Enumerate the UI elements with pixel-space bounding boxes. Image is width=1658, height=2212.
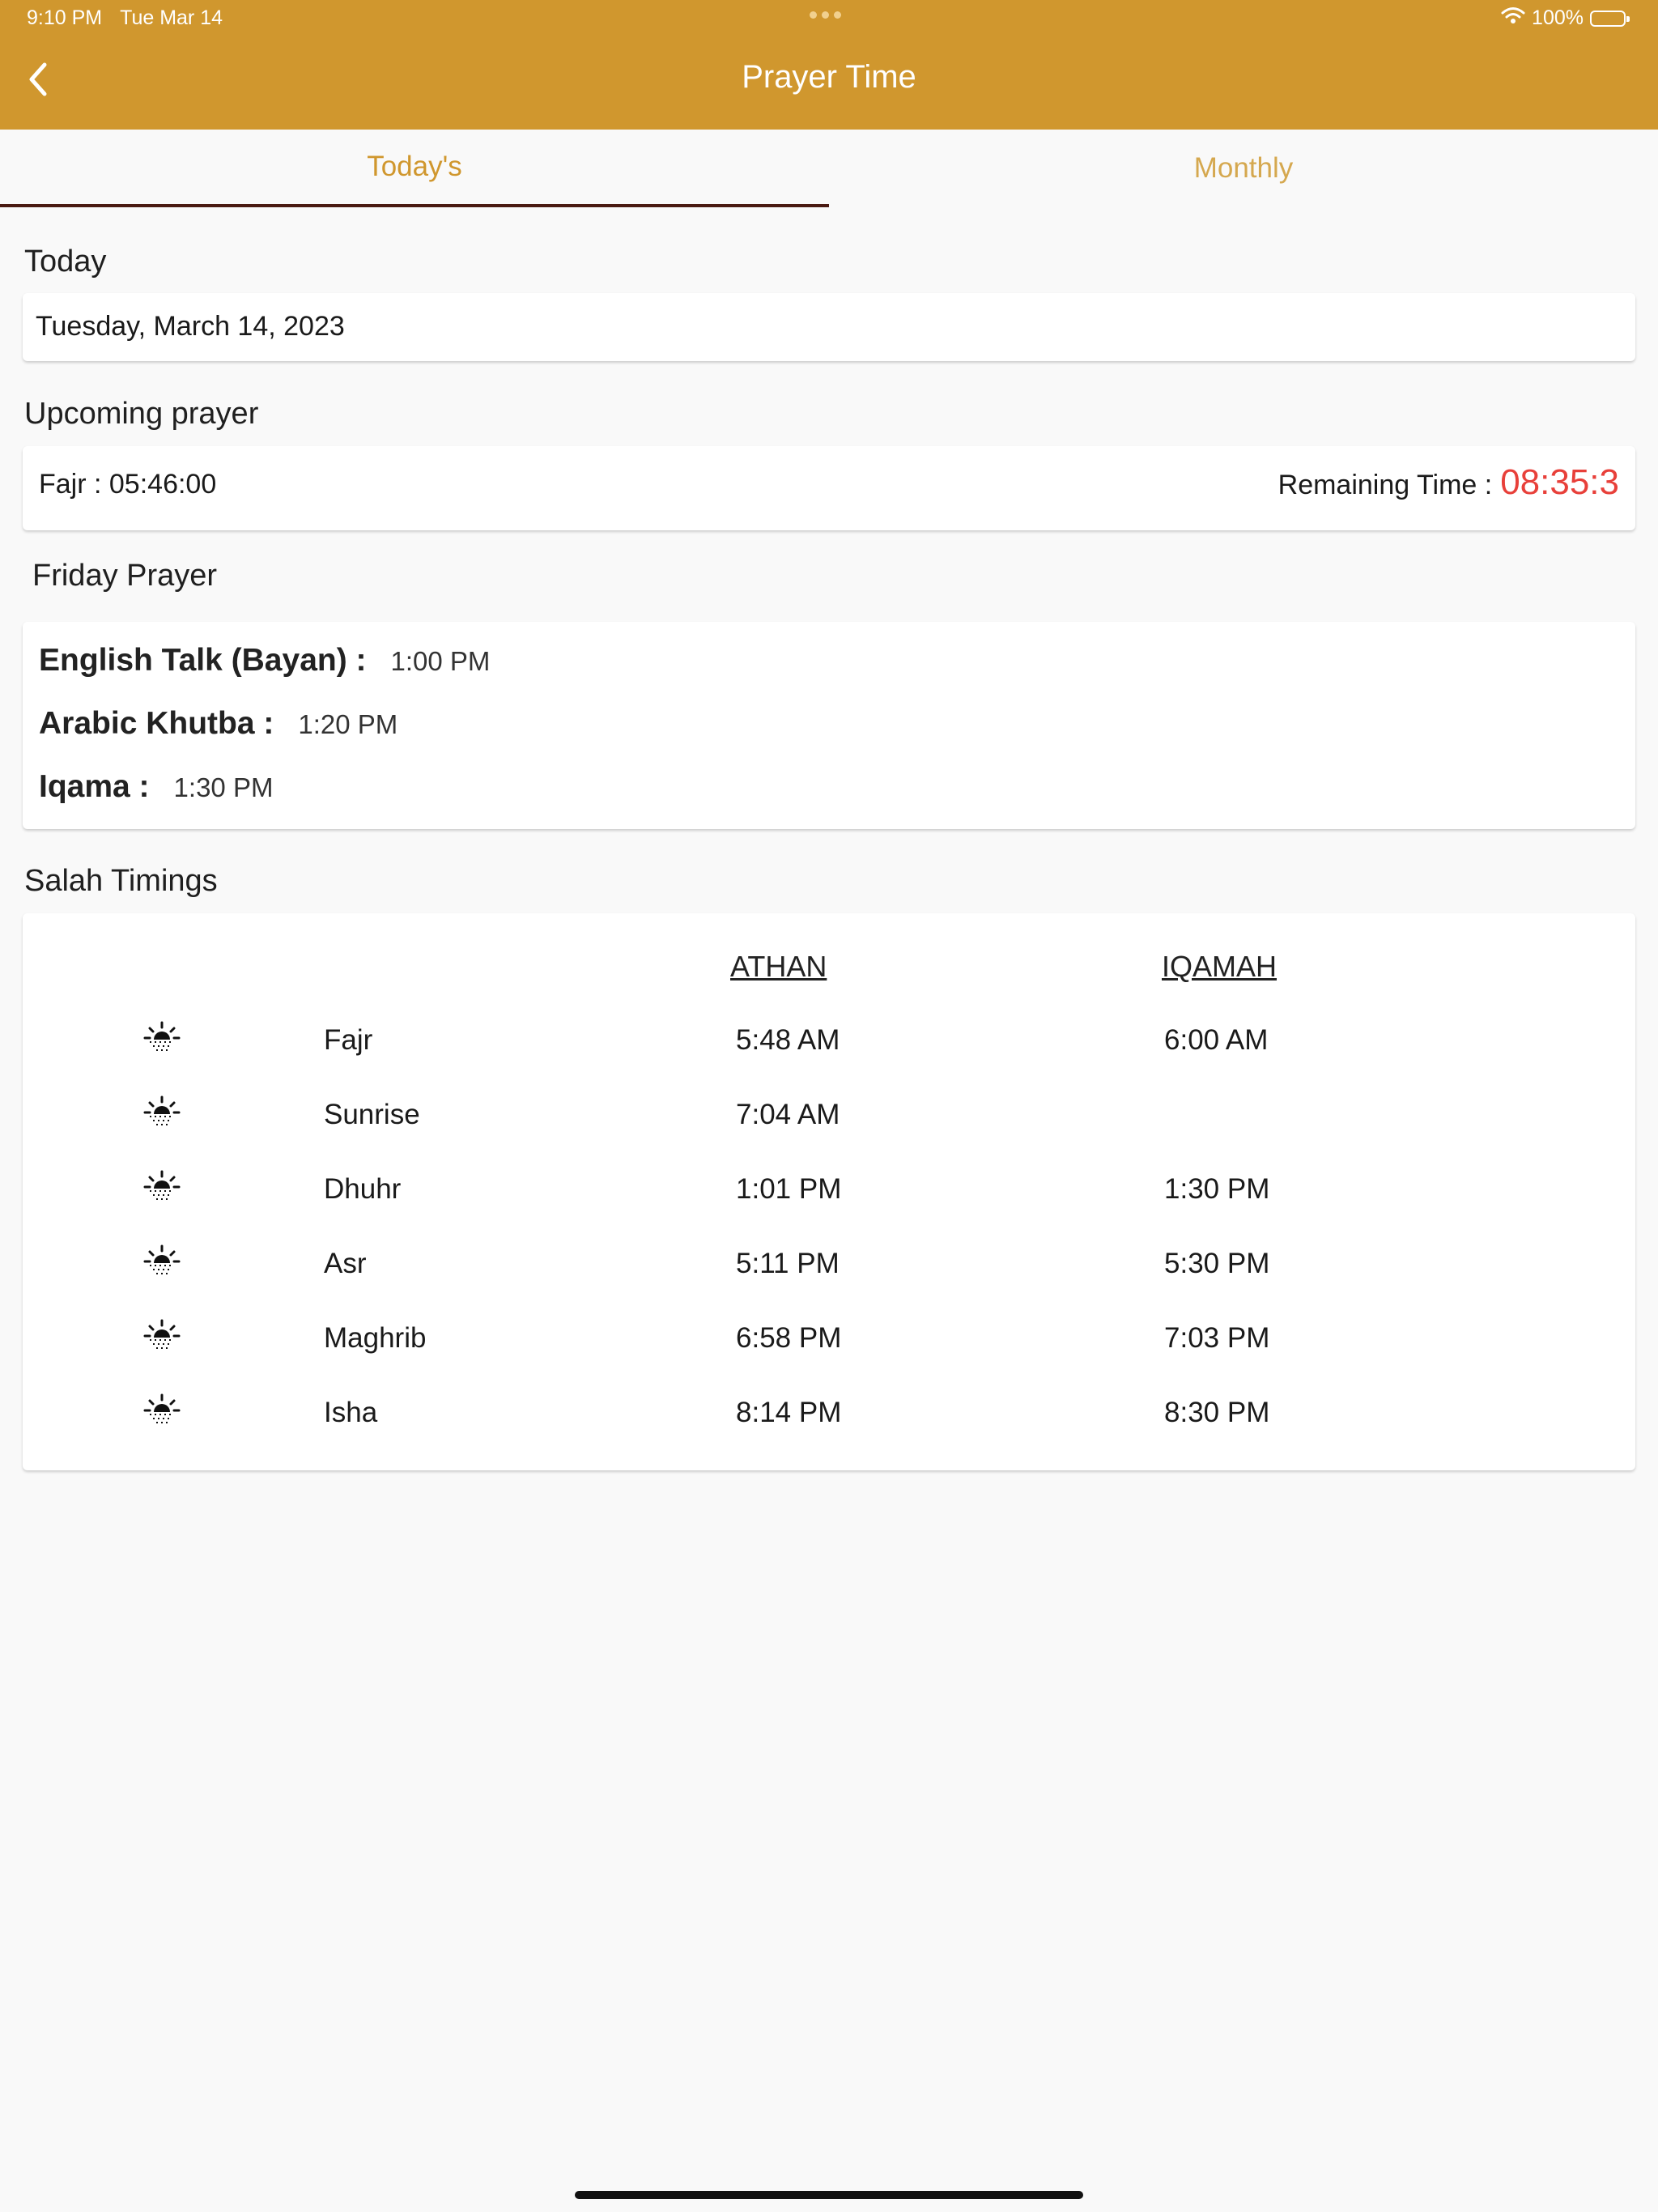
salah-row-isha: Isha 8:14 PM 8:30 PM bbox=[23, 1379, 1635, 1436]
sunrise-icon bbox=[142, 1243, 181, 1282]
upcoming-prayer-time: Fajr : 05:46:00 bbox=[39, 469, 217, 500]
friday-item-key: Iqama : bbox=[39, 769, 150, 804]
prayer-name: Sunrise bbox=[324, 1099, 420, 1130]
athan-time: 6:58 PM bbox=[736, 1322, 842, 1354]
remaining-time: Remaining Time : 08:35:3 bbox=[1278, 462, 1619, 503]
status-bar-left: 9:10 PM Tue Mar 14 bbox=[27, 6, 223, 30]
friday-item-value: 1:00 PM bbox=[390, 646, 491, 676]
friday-prayer-card: English Talk (Bayan) : 1:00 PM Arabic Kh… bbox=[23, 622, 1635, 829]
iqamah-column-header: IQAMAH bbox=[1162, 950, 1278, 983]
tab-monthly[interactable]: Monthly bbox=[829, 130, 1658, 207]
sunrise-icon bbox=[142, 1392, 181, 1431]
home-indicator[interactable] bbox=[575, 2191, 1083, 2199]
salah-timings-card: ATHAN IQAMAH Fajr 5:48 AM 6:00 AM Sunris… bbox=[23, 913, 1635, 1470]
friday-item-key: English Talk (Bayan) : bbox=[39, 643, 367, 678]
friday-item-key: Arabic Khutba : bbox=[39, 706, 274, 741]
status-bar-right: 100% bbox=[1501, 6, 1630, 30]
sunrise-icon bbox=[142, 1317, 181, 1356]
today-label: Today bbox=[24, 245, 107, 279]
salah-row-dhuhr: Dhuhr 1:01 PM 1:30 PM bbox=[23, 1155, 1635, 1212]
athan-column-header: ATHAN bbox=[730, 950, 827, 983]
tab-bar: Today's Monthly bbox=[0, 130, 1658, 207]
prayer-name: Maghrib bbox=[324, 1322, 427, 1354]
wifi-icon bbox=[1501, 6, 1525, 30]
salah-row-asr: Asr 5:11 PM 5:30 PM bbox=[23, 1230, 1635, 1287]
today-date: Tuesday, March 14, 2023 bbox=[36, 311, 345, 342]
status-date: Tue Mar 14 bbox=[120, 6, 223, 29]
athan-time: 8:14 PM bbox=[736, 1397, 842, 1428]
sunrise-icon bbox=[142, 1168, 181, 1207]
friday-item-iqama: Iqama : 1:30 PM bbox=[39, 769, 273, 805]
prayer-name: Isha bbox=[324, 1397, 378, 1428]
upcoming-prayer-card: Fajr : 05:46:00 Remaining Time : 08:35:3 bbox=[23, 446, 1635, 530]
salah-row-fajr: Fajr 5:48 AM 6:00 AM bbox=[23, 1006, 1635, 1063]
friday-prayer-label: Friday Prayer bbox=[32, 559, 218, 593]
iqamah-time: 6:00 AM bbox=[1164, 1024, 1269, 1056]
battery-percent: 100% bbox=[1532, 6, 1584, 29]
remaining-time-label: Remaining Time : bbox=[1278, 470, 1493, 500]
athan-time: 1:01 PM bbox=[736, 1173, 842, 1205]
multitasking-dots-icon[interactable] bbox=[810, 11, 841, 19]
athan-time: 7:04 AM bbox=[736, 1099, 840, 1130]
salah-timings-label: Salah Timings bbox=[24, 864, 218, 898]
app-header: 9:10 PM Tue Mar 14 100% Prayer Time bbox=[0, 0, 1658, 130]
prayer-name: Fajr bbox=[324, 1024, 373, 1056]
upcoming-prayer-label: Upcoming prayer bbox=[24, 397, 259, 431]
today-date-card: Tuesday, March 14, 2023 bbox=[23, 293, 1635, 361]
athan-time: 5:11 PM bbox=[736, 1248, 840, 1279]
prayer-name: Dhuhr bbox=[324, 1173, 402, 1205]
page-title: Prayer Time bbox=[742, 59, 916, 95]
friday-item-bayan: English Talk (Bayan) : 1:00 PM bbox=[39, 643, 490, 678]
athan-time: 5:48 AM bbox=[736, 1024, 840, 1056]
iqamah-time: 1:30 PM bbox=[1164, 1173, 1270, 1205]
friday-item-value: 1:20 PM bbox=[298, 709, 398, 739]
salah-row-maghrib: Maghrib 6:58 PM 7:03 PM bbox=[23, 1304, 1635, 1361]
tab-todays[interactable]: Today's bbox=[0, 130, 829, 207]
friday-item-value: 1:30 PM bbox=[173, 772, 274, 802]
status-time: 9:10 PM bbox=[27, 6, 103, 29]
remaining-time-value: 08:35:3 bbox=[1500, 462, 1619, 502]
friday-item-khutba: Arabic Khutba : 1:20 PM bbox=[39, 706, 397, 742]
iqamah-time: 5:30 PM bbox=[1164, 1248, 1270, 1279]
prayer-name: Asr bbox=[324, 1248, 367, 1279]
iqamah-time: 8:30 PM bbox=[1164, 1397, 1270, 1428]
battery-icon bbox=[1590, 10, 1630, 27]
iqamah-time: 7:03 PM bbox=[1164, 1322, 1270, 1354]
sunrise-icon bbox=[142, 1094, 181, 1133]
sunrise-icon bbox=[142, 1019, 181, 1058]
salah-row-sunrise: Sunrise 7:04 AM bbox=[23, 1081, 1635, 1138]
